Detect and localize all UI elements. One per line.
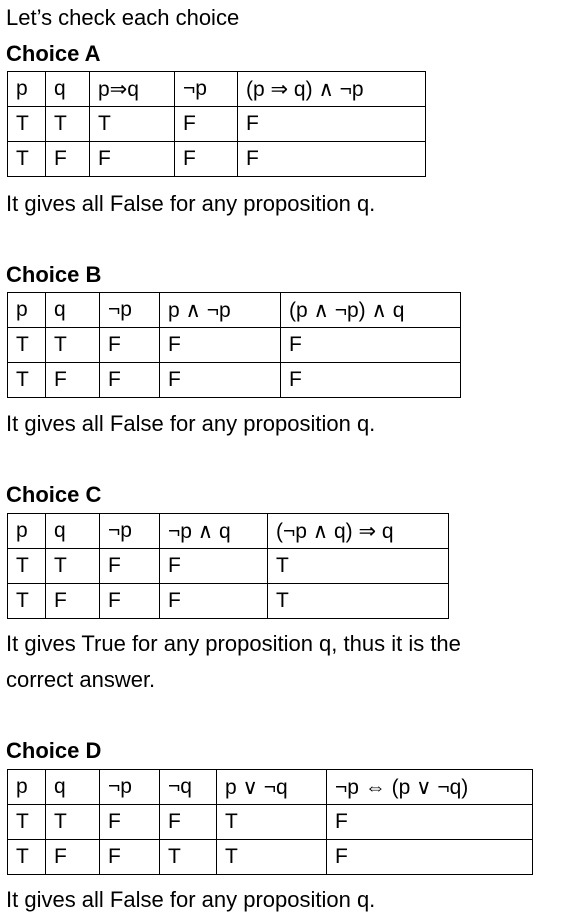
table-cell: F — [99, 548, 160, 584]
header-cell: p — [7, 71, 46, 107]
table-cell: F — [280, 362, 461, 398]
table-cell: F — [99, 804, 160, 840]
header-cell: p — [7, 292, 46, 328]
table-cell: F — [159, 548, 268, 584]
header-cell: ¬p ⇔ (p ∨ ¬q) — [326, 769, 533, 805]
header-cell: (¬p ∧ q) ⇒ q — [267, 513, 449, 549]
choice-b-truth-table: p q ¬p p ∧ ¬p (p ∧ ¬p) ∧ q T T F F F T F… — [7, 292, 461, 398]
choice-c-heading: Choice C — [6, 482, 102, 507]
header-cell: (p ∧ ¬p) ∧ q — [280, 292, 461, 328]
table-cell: F — [237, 106, 426, 142]
header-cell: q — [45, 71, 90, 107]
table-cell: F — [174, 106, 238, 142]
table-cell: T — [89, 106, 175, 142]
header-cell: (p ⇒ q) ∧ ¬p — [237, 71, 426, 107]
table-cell: F — [45, 583, 100, 619]
table-row: T F F F F — [7, 362, 461, 398]
table-cell: T — [267, 583, 449, 619]
table-cell: T — [7, 839, 46, 875]
table-cell: T — [216, 839, 327, 875]
table-cell: T — [216, 804, 327, 840]
table-row: T T F F T F — [7, 804, 533, 840]
header-cell: q — [45, 513, 100, 549]
header-cell: ¬q — [159, 769, 217, 805]
table-cell: F — [99, 583, 160, 619]
table-cell: T — [159, 839, 217, 875]
table-cell: F — [237, 141, 426, 177]
table-cell: T — [7, 141, 46, 177]
table-header-row: p q ¬p ¬q p ∨ ¬q ¬p ⇔ (p ∨ ¬q) — [7, 769, 533, 805]
table-cell: F — [159, 327, 281, 363]
table-cell: F — [280, 327, 461, 363]
choice-b-heading: Choice B — [6, 262, 102, 287]
table-cell: F — [99, 327, 160, 363]
table-cell: F — [326, 804, 533, 840]
table-cell: T — [45, 327, 100, 363]
table-cell: F — [45, 141, 90, 177]
table-row: T F F F T — [7, 583, 449, 619]
table-cell: F — [99, 362, 160, 398]
header-cell: ¬p — [99, 513, 160, 549]
header-cell: ¬p — [99, 292, 160, 328]
header-cell: p — [7, 513, 46, 549]
table-cell: T — [45, 804, 100, 840]
table-header-row: p q ¬p ¬p ∧ q (¬p ∧ q) ⇒ q — [7, 513, 449, 549]
header-cell: p — [7, 769, 46, 805]
choice-a-note: It gives all False for any proposition q… — [6, 191, 376, 216]
choice-d-note: It gives all False for any proposition q… — [6, 887, 376, 912]
choice-d-truth-table: p q ¬p ¬q p ∨ ¬q ¬p ⇔ (p ∨ ¬q) T T F F T… — [7, 769, 533, 875]
header-cell: q — [45, 292, 100, 328]
choice-d-heading: Choice D — [6, 738, 102, 763]
table-cell: T — [7, 583, 46, 619]
table-cell: F — [174, 141, 238, 177]
table-row: T F F T T F — [7, 839, 533, 875]
table-row: T T T F F — [7, 106, 426, 142]
table-cell: T — [45, 106, 90, 142]
choice-a-truth-table: p q p⇒q ¬p (p ⇒ q) ∧ ¬p T T T F F T F F … — [7, 71, 426, 177]
table-cell: F — [45, 839, 100, 875]
table-row: T F F F F — [7, 141, 426, 177]
table-cell: F — [89, 141, 175, 177]
intro-text: Let’s check each choice — [6, 5, 240, 30]
table-cell: T — [267, 548, 449, 584]
table-row: T T F F T — [7, 548, 449, 584]
table-cell: T — [7, 548, 46, 584]
table-cell: F — [159, 362, 281, 398]
table-cell: F — [45, 362, 100, 398]
table-cell: T — [7, 804, 46, 840]
header-cell: ¬p — [99, 769, 160, 805]
table-cell: F — [159, 583, 268, 619]
choice-c-note-line-1: It gives True for any proposition q, thu… — [6, 631, 461, 656]
choice-c-truth-table: p q ¬p ¬p ∧ q (¬p ∧ q) ⇒ q T T F F T T F… — [7, 513, 449, 619]
header-cell: p ∧ ¬p — [159, 292, 281, 328]
header-cell: ¬p — [174, 71, 238, 107]
choice-b-note: It gives all False for any proposition q… — [6, 411, 376, 436]
table-cell: F — [99, 839, 160, 875]
table-cell: F — [159, 804, 217, 840]
table-cell: T — [7, 106, 46, 142]
header-cell: p ∨ ¬q — [216, 769, 327, 805]
header-cell: ¬p ∧ q — [159, 513, 268, 549]
table-row: T T F F F — [7, 327, 461, 363]
header-cell: p⇒q — [89, 71, 175, 107]
choice-a-heading: Choice A — [6, 41, 101, 66]
header-cell: q — [45, 769, 100, 805]
table-cell: F — [326, 839, 533, 875]
table-header-row: p q ¬p p ∧ ¬p (p ∧ ¬p) ∧ q — [7, 292, 461, 328]
choice-c-note-line-2: correct answer. — [6, 667, 156, 692]
table-cell: T — [45, 548, 100, 584]
table-header-row: p q p⇒q ¬p (p ⇒ q) ∧ ¬p — [7, 71, 426, 107]
table-cell: T — [7, 362, 46, 398]
table-cell: T — [7, 327, 46, 363]
